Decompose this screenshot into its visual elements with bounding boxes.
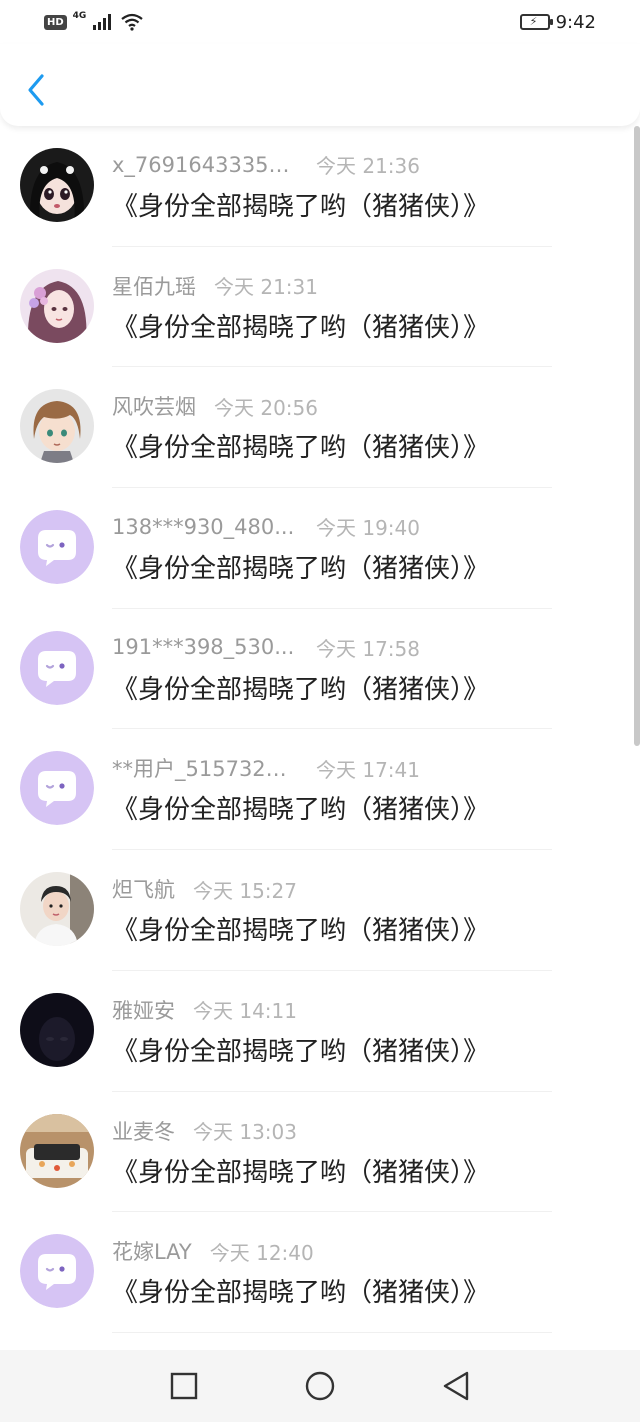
timestamp: 今天 13:03 bbox=[193, 1120, 297, 1144]
list-item[interactable]: 191***398_530... 今天 17:58 《身份全部揭晓了哟（猪猪侠）… bbox=[0, 609, 640, 730]
sender-name: 138***930_480... bbox=[112, 514, 295, 539]
sender-name: 花嫁LAY bbox=[112, 1240, 192, 1265]
avatar bbox=[20, 1113, 94, 1188]
sender-name: 业麦冬 bbox=[112, 1119, 175, 1144]
list-item[interactable]: 138***930_480... 今天 19:40 《身份全部揭晓了哟（猪猪侠）… bbox=[0, 488, 640, 609]
default-chat-bubble-avatar bbox=[20, 1234, 94, 1309]
message-text: 《身份全部揭晓了哟（猪猪侠）》 bbox=[112, 192, 490, 222]
name-row: **用户_5157323... 今天 17:41 bbox=[112, 753, 420, 783]
message-list: x_76916433356... 今天 21:36 《身份全部揭晓了哟（猪猪侠）… bbox=[0, 126, 640, 1350]
avatar bbox=[20, 510, 94, 585]
clock: 9:42 bbox=[555, 11, 596, 33]
default-chat-bubble-avatar bbox=[20, 510, 94, 585]
name-row: x_76916433356... 今天 21:36 bbox=[112, 150, 420, 179]
list-item[interactable]: 风吹芸烟 今天 20:56 《身份全部揭晓了哟（猪猪侠）》 bbox=[0, 367, 640, 489]
timestamp: 今天 21:31 bbox=[214, 275, 318, 300]
timestamp: 今天 15:27 bbox=[193, 878, 297, 903]
name-row: 风吹芸烟 今天 20:56 bbox=[112, 391, 318, 421]
name-row: 191***398_530... 今天 17:58 bbox=[112, 633, 420, 662]
list-item[interactable]: 炟飞航 今天 15:27 《身份全部揭晓了哟（猪猪侠）》 bbox=[0, 850, 640, 971]
home-button[interactable] bbox=[300, 1366, 340, 1406]
avatar bbox=[20, 389, 94, 464]
list-item[interactable]: **用户_5157323... 今天 17:41 《身份全部揭晓了哟（猪猪侠）》 bbox=[0, 729, 640, 851]
list-item[interactable]: 花嫁LAY 今天 12:40 《身份全部揭晓了哟（猪猪侠）》 bbox=[0, 1212, 640, 1333]
sender-name: 191***398_530... bbox=[112, 635, 295, 660]
timestamp: 今天 19:40 bbox=[316, 516, 420, 541]
name-row: 138***930_480... 今天 19:40 bbox=[112, 512, 420, 541]
signal-icon bbox=[93, 14, 112, 30]
system-back-button[interactable] bbox=[436, 1366, 476, 1406]
default-chat-bubble-avatar bbox=[20, 630, 94, 705]
timestamp: 今天 14:11 bbox=[193, 999, 297, 1024]
name-row: 业麦冬 今天 13:03 bbox=[112, 1116, 297, 1146]
list-item[interactable]: x_76916433356... 今天 21:36 《身份全部揭晓了哟（猪猪侠）… bbox=[0, 126, 640, 247]
anime-girl-dark-hair-avatar bbox=[20, 148, 94, 222]
name-row: 雅娅安 今天 14:11 bbox=[112, 995, 297, 1025]
status-right: ⚡ 9:42 bbox=[519, 11, 596, 33]
avatar bbox=[20, 1234, 94, 1309]
avatar bbox=[20, 992, 94, 1067]
message-text: 《身份全部揭晓了哟（猪猪侠）》 bbox=[112, 312, 490, 343]
triangle-back-icon bbox=[443, 1371, 469, 1401]
list-item[interactable]: 业麦冬 今天 13:03 《身份全部揭晓了哟（猪猪侠）》 bbox=[0, 1092, 640, 1213]
sender-name: 风吹芸烟 bbox=[112, 395, 196, 420]
child-photo-avatar bbox=[20, 872, 94, 947]
scrollbar[interactable] bbox=[634, 126, 640, 746]
message-text: 《身份全部揭晓了哟（猪猪侠）》 bbox=[112, 1157, 490, 1188]
avatar bbox=[20, 148, 94, 222]
battery-icon: ⚡ bbox=[519, 14, 553, 30]
sender-name: 雅娅安 bbox=[112, 998, 175, 1023]
message-text: 《身份全部揭晓了哟（猪猪侠）》 bbox=[112, 433, 490, 464]
hd-badge: HD bbox=[44, 14, 67, 30]
dark-photo-avatar bbox=[20, 992, 94, 1067]
status-left: HD 4G bbox=[44, 11, 144, 31]
message-text: 《身份全部揭晓了哟（猪猪侠）》 bbox=[112, 795, 490, 826]
timestamp: 今天 17:41 bbox=[316, 757, 420, 782]
status-bar: HD 4G ⚡ 9:42 bbox=[0, 0, 640, 44]
anime-girl-flowers-avatar bbox=[20, 268, 94, 343]
timestamp: 今天 21:36 bbox=[316, 154, 420, 178]
message-text: 《身份全部揭晓了哟（猪猪侠）》 bbox=[112, 674, 490, 705]
back-button[interactable] bbox=[22, 72, 50, 108]
header bbox=[0, 44, 640, 126]
sender-name: x_76916433356... bbox=[112, 152, 298, 177]
timestamp: 今天 20:56 bbox=[214, 395, 318, 420]
sender-name: 星佰九瑶 bbox=[112, 274, 196, 299]
divider bbox=[112, 1331, 552, 1333]
anime-boy-brown-hair-avatar bbox=[20, 389, 94, 464]
timestamp: 今天 12:40 bbox=[209, 1240, 314, 1265]
sender-name: 炟飞航 bbox=[112, 878, 175, 903]
sushi-photo-avatar bbox=[20, 1113, 94, 1188]
message-text: 《身份全部揭晓了哟（猪猪侠）》 bbox=[112, 554, 490, 585]
default-chat-bubble-avatar bbox=[20, 751, 94, 826]
name-row: 花嫁LAY 今天 12:40 bbox=[112, 1236, 314, 1266]
message-text: 《身份全部揭晓了哟（猪猪侠）》 bbox=[112, 1036, 490, 1067]
name-row: 炟飞航 今天 15:27 bbox=[112, 874, 297, 904]
wifi-icon bbox=[121, 13, 144, 31]
circle-icon bbox=[305, 1371, 335, 1401]
system-nav-bar bbox=[0, 1350, 640, 1422]
name-row: 星佰九瑶 今天 21:31 bbox=[112, 271, 318, 301]
sender-name: **用户_5157323... bbox=[112, 757, 298, 782]
message-text: 《身份全部揭晓了哟（猪猪侠）》 bbox=[112, 916, 490, 947]
avatar bbox=[20, 268, 94, 343]
square-icon bbox=[170, 1372, 198, 1400]
recent-apps-button[interactable] bbox=[164, 1366, 204, 1406]
network-type: 4G bbox=[72, 11, 87, 21]
message-text: 《身份全部揭晓了哟（猪猪侠）》 bbox=[112, 1278, 490, 1309]
avatar bbox=[20, 751, 94, 826]
chevron-left-icon bbox=[28, 74, 44, 106]
list-item[interactable]: 雅娅安 今天 14:11 《身份全部揭晓了哟（猪猪侠）》 bbox=[0, 971, 640, 1092]
list-item[interactable]: 星佰九瑶 今天 21:31 《身份全部揭晓了哟（猪猪侠）》 bbox=[0, 247, 640, 368]
avatar bbox=[20, 630, 94, 705]
timestamp: 今天 17:58 bbox=[316, 636, 420, 661]
avatar bbox=[20, 872, 94, 947]
